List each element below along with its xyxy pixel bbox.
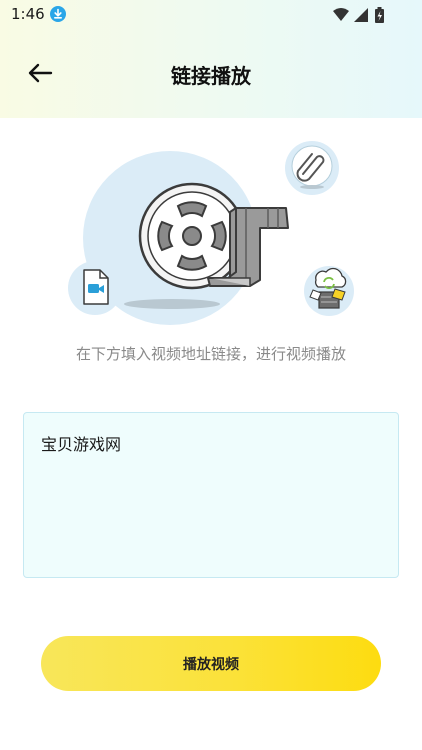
film-reel-icon: [138, 182, 289, 290]
page-title: 链接播放: [171, 64, 251, 88]
battery-icon: [375, 7, 384, 23]
hint-text: 在下方填入视频地址链接，进行视频播放: [75, 345, 346, 363]
status-bar: 1:46: [0, 0, 422, 30]
wifi-icon: [333, 8, 349, 21]
url-input-container: 宝贝游戏网: [23, 412, 399, 578]
paperclip-icon: [285, 141, 339, 195]
illustration: [68, 141, 354, 325]
play-video-button[interactable]: 播放视频: [41, 636, 381, 691]
signal-icon: [354, 8, 368, 22]
url-input[interactable]: 宝贝游戏网: [24, 413, 398, 577]
download-icon: [50, 6, 66, 22]
status-icons: [333, 7, 384, 23]
cloud-server-icon: [304, 266, 354, 316]
video-file-icon: [68, 261, 122, 315]
status-time: 1:46: [11, 5, 45, 23]
